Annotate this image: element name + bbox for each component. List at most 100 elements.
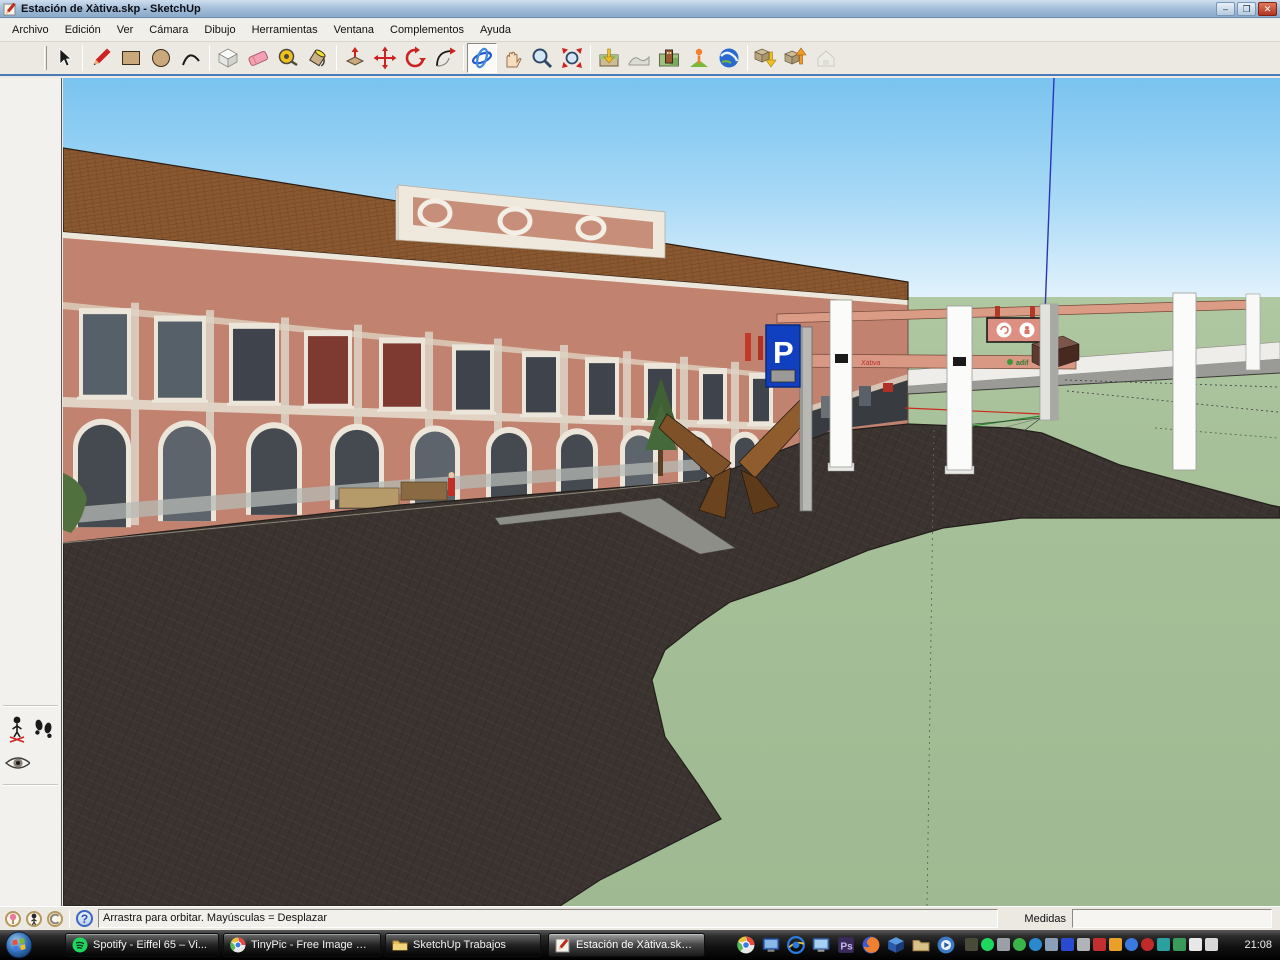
tray-safely-remove-icon[interactable]	[1205, 938, 1218, 951]
taskbar-clock: 21:08	[1244, 930, 1272, 960]
help-icon[interactable]: ?	[76, 910, 93, 927]
circle-tool-icon[interactable]	[146, 43, 176, 73]
menu-ventana[interactable]: Ventana	[326, 21, 382, 39]
photoshop-icon[interactable]: Ps	[837, 936, 855, 954]
tape-measure-icon[interactable]	[273, 43, 303, 73]
sketchup-icon	[555, 937, 571, 953]
orbit-tool-icon[interactable]	[467, 43, 497, 73]
zoom-tool-icon[interactable]	[527, 43, 557, 73]
measurements-input[interactable]	[1072, 909, 1272, 928]
toggle-terrain-icon[interactable]	[624, 43, 654, 73]
menu-bar: Archivo Edición Ver Cámara Dibujo Herram…	[0, 19, 1280, 42]
position-camera-icon[interactable]	[4, 714, 30, 744]
menu-herramientas[interactable]: Herramientas	[244, 21, 326, 39]
walkthrough-toolbar	[0, 78, 62, 906]
model-warehouse-icon[interactable]	[811, 43, 841, 73]
move-tool-icon[interactable]	[370, 43, 400, 73]
menu-ver[interactable]: Ver	[109, 21, 142, 39]
tray-red-speaker-icon[interactable]	[1093, 938, 1106, 951]
viewport-3d-scene[interactable]: Xàtiva adif	[63, 78, 1280, 906]
blue-cube-app-icon[interactable]	[887, 936, 905, 954]
taskbar-task-sketchup[interactable]: Estación de Xàtiva.skp...	[548, 933, 705, 957]
arc-tool-icon[interactable]	[176, 43, 206, 73]
make-component-icon[interactable]	[213, 43, 243, 73]
tray-download-manager-icon[interactable]	[1109, 938, 1122, 951]
remote-desktop-icon[interactable]	[762, 936, 780, 954]
sketchup-pencil-icon	[3, 2, 17, 16]
folder-icon	[392, 937, 408, 953]
photo-textures-icon[interactable]	[654, 43, 684, 73]
line-tool-icon[interactable]	[86, 43, 116, 73]
tray-chat-bubble-icon[interactable]	[1029, 938, 1042, 951]
credit-status-icon[interactable]	[47, 911, 63, 927]
get-models-icon[interactable]	[751, 43, 781, 73]
taskbar-task-folder[interactable]: SketchUp Trabajos	[385, 933, 541, 957]
tray-bluetooth-icon[interactable]	[1157, 938, 1170, 951]
measurements-label: Medidas	[1006, 913, 1066, 925]
tray-volume-icon[interactable]	[1189, 938, 1202, 951]
start-button[interactable]	[5, 931, 33, 959]
google-earth-icon[interactable]	[714, 43, 744, 73]
tray-security-alert-icon[interactable]	[1141, 938, 1154, 951]
menu-ayuda[interactable]: Ayuda	[472, 21, 519, 39]
walk-icon[interactable]	[31, 714, 57, 744]
minimize-button[interactable]: –	[1216, 2, 1235, 16]
get-current-view-icon[interactable]	[594, 43, 624, 73]
pan-tool-icon[interactable]	[497, 43, 527, 73]
rotate-tool-icon[interactable]	[400, 43, 430, 73]
sketchup-window: Estación de Xàtiva.skp - SketchUp – ❐ ✕ …	[0, 0, 1280, 960]
select-tool-icon[interactable]	[49, 43, 79, 73]
spotify-icon	[72, 937, 88, 953]
close-button[interactable]: ✕	[1258, 2, 1277, 16]
tray-spotify-icon[interactable]	[981, 938, 994, 951]
tray-green-check-icon[interactable]	[1013, 938, 1026, 951]
media-player-icon[interactable]	[937, 936, 955, 954]
main-toolbar	[0, 42, 1280, 76]
paint-bucket-icon[interactable]	[303, 43, 333, 73]
taskbar-task-tinypic[interactable]: TinyPic - Free Image H...	[223, 933, 381, 957]
window-title: Estación de Xàtiva.skp - SketchUp	[21, 3, 201, 15]
menu-archivo[interactable]: Archivo	[4, 21, 57, 39]
beam-red-text: Xàtiva	[860, 360, 881, 367]
status-bar: ? Arrastra para orbitar. Mayúsculas = De…	[0, 906, 1280, 930]
tray-user-blocked-icon[interactable]	[1045, 938, 1058, 951]
title-bar[interactable]: Estación de Xàtiva.skp - SketchUp – ❐ ✕	[0, 0, 1280, 18]
claim-status-icon[interactable]	[26, 911, 42, 927]
geolocation-status-icon[interactable]	[5, 911, 21, 927]
menu-camara[interactable]: Cámara	[141, 21, 196, 39]
menu-dibujo[interactable]: Dibujo	[196, 21, 243, 39]
rectangle-tool-icon[interactable]	[116, 43, 146, 73]
status-message: Arrastra para orbitar. Mayúsculas = Desp…	[98, 909, 998, 928]
share-models-icon[interactable]	[781, 43, 811, 73]
tray-ati-catalyst-icon[interactable]	[1061, 938, 1074, 951]
follow-me-tool-icon[interactable]	[430, 43, 460, 73]
white-pillar	[1173, 293, 1196, 470]
workspace: Xàtiva adif	[0, 78, 1280, 906]
taskbar: Spotify - Eiffel 65 – Vi... TinyPic - Fr…	[0, 930, 1280, 960]
white-pillar	[947, 306, 972, 470]
eraser-tool-icon[interactable]	[243, 43, 273, 73]
restore-button[interactable]: ❐	[1237, 2, 1256, 16]
tray-graphics-tool-icon[interactable]	[1077, 938, 1090, 951]
svg-text:Ps: Ps	[840, 942, 853, 953]
menu-complementos[interactable]: Complementos	[382, 21, 472, 39]
adif-logo-text: adif	[1016, 360, 1029, 367]
zoom-extents-icon[interactable]	[557, 43, 587, 73]
display-settings-icon[interactable]	[812, 936, 830, 954]
menu-edicion[interactable]: Edición	[57, 21, 109, 39]
preview-in-google-earth-icon[interactable]	[684, 43, 714, 73]
tray-camera-icon[interactable]	[1173, 938, 1186, 951]
toolbar-drag-handle[interactable]	[44, 46, 47, 70]
internet-explorer-icon[interactable]	[787, 936, 805, 954]
taskbar-task-spotify[interactable]: Spotify - Eiffel 65 – Vi...	[65, 933, 219, 957]
tray-updater-icon[interactable]	[997, 938, 1010, 951]
tray-network-icon[interactable]	[1125, 938, 1138, 951]
tray-messenger-icon[interactable]	[965, 938, 978, 951]
white-pillar	[830, 300, 852, 467]
push-pull-tool-icon[interactable]	[340, 43, 370, 73]
look-around-icon[interactable]	[4, 748, 30, 778]
parking-sign-letter: P	[773, 335, 794, 370]
folder-quicklaunch-icon[interactable]	[912, 936, 930, 954]
chrome-quicklaunch-icon[interactable]	[737, 936, 755, 954]
firefox-icon[interactable]	[862, 936, 880, 954]
